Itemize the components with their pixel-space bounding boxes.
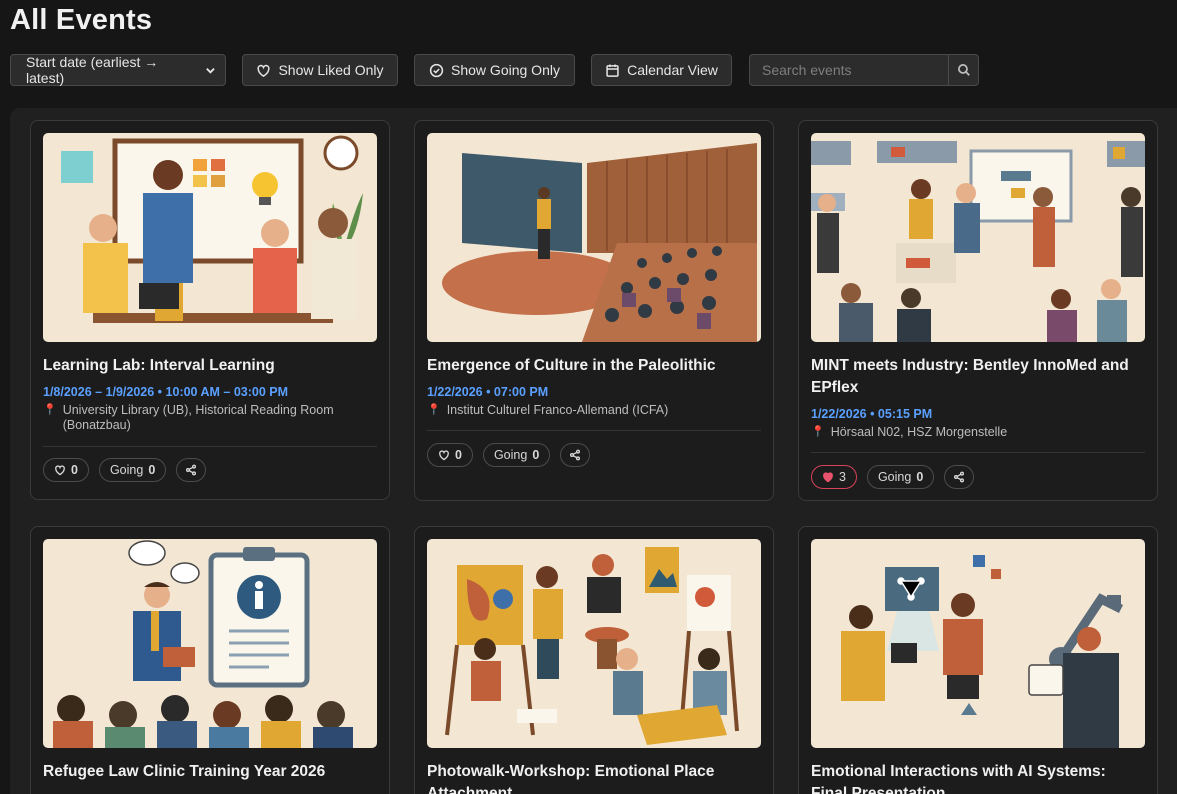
event-location-text: University Library (UB), Historical Read… — [62, 403, 334, 432]
share-button[interactable] — [176, 458, 207, 482]
going-count: 0 — [916, 470, 924, 484]
heart-icon — [55, 465, 65, 476]
like-count: 0 — [455, 448, 462, 462]
event-image — [43, 133, 377, 342]
event-date: 1/22/2026 • 05:15 PM — [811, 407, 933, 421]
like-button[interactable]: 0 — [43, 458, 89, 482]
search-box — [749, 54, 979, 86]
event-location: 📍 Institut Culturel Franco-Allemand (ICF… — [427, 403, 747, 418]
check-circle-icon — [429, 63, 444, 77]
divider — [427, 430, 761, 431]
heart-filled-icon — [823, 472, 833, 483]
going-count: 0 — [148, 463, 156, 477]
going-label: Going — [493, 448, 528, 462]
event-card[interactable]: Learning Lab: Interval Learning 1/8/2026… — [30, 120, 390, 500]
search-input[interactable] — [749, 54, 948, 86]
event-image — [427, 133, 761, 342]
like-count: 0 — [71, 463, 78, 477]
map-pin-icon: 📍 — [427, 404, 441, 416]
map-pin-icon: 📍 — [43, 404, 57, 416]
event-actions: 0 Going 0 — [427, 443, 591, 467]
event-image — [811, 133, 1145, 342]
share-icon — [186, 464, 197, 476]
toolbar: Start date (earliest → latest) Show Like… — [10, 54, 1170, 86]
heart-icon — [257, 64, 271, 77]
event-location-text: Institut Culturel Franco-Allemand (ICFA) — [446, 403, 669, 417]
event-title[interactable]: Refugee Law Clinic Training Year 2026 — [43, 761, 377, 783]
events-grid: Learning Lab: Interval Learning 1/8/2026… — [10, 108, 1177, 794]
show-liked-only-button[interactable]: Show Liked Only — [242, 54, 398, 86]
divider — [811, 452, 1145, 453]
like-count: 3 — [839, 470, 846, 484]
going-label: Going — [877, 470, 912, 484]
event-image — [43, 539, 377, 748]
search-button[interactable] — [948, 54, 979, 86]
going-count: 0 — [532, 448, 540, 462]
share-icon — [570, 449, 581, 461]
share-button[interactable] — [560, 443, 591, 467]
event-title[interactable]: MINT meets Industry: Bentley InnoMed and… — [811, 355, 1145, 399]
event-date: 1/22/2026 • 07:00 PM — [427, 385, 549, 399]
like-button[interactable]: 3 — [811, 465, 857, 489]
event-location-text: Hörsaal N02, HSZ Morgenstelle — [830, 425, 1008, 439]
event-location: 📍 Hörsaal N02, HSZ Morgenstelle — [811, 425, 1131, 440]
calendar-icon — [606, 64, 619, 77]
event-actions: 3 Going 0 — [811, 465, 975, 489]
going-label: Going — [109, 463, 144, 477]
like-button[interactable]: 0 — [427, 443, 473, 467]
event-title[interactable]: Emergence of Culture in the Paleolithic — [427, 355, 761, 377]
going-button[interactable]: Going 0 — [98, 458, 167, 482]
map-pin-icon: 📍 — [811, 426, 825, 438]
show-going-only-button[interactable]: Show Going Only — [414, 54, 575, 86]
event-card[interactable]: Emotional Interactions with AI Systems: … — [798, 526, 1158, 794]
share-button[interactable] — [944, 465, 975, 489]
event-title[interactable]: Emotional Interactions with AI Systems: … — [811, 761, 1145, 794]
event-date: 1/8/2026 – 1/9/2026 • 10:00 AM – 03:00 P… — [43, 385, 289, 399]
event-title[interactable]: Photowalk-Workshop: Emotional Place Atta… — [427, 761, 761, 794]
event-image — [811, 539, 1145, 748]
share-icon — [954, 471, 965, 483]
page-title: All Events — [10, 4, 153, 36]
sort-select-value: Start date (earliest → latest) — [26, 54, 159, 86]
going-button[interactable]: Going 0 — [482, 443, 551, 467]
sort-select[interactable]: Start date (earliest → latest) — [10, 54, 226, 86]
heart-icon — [439, 450, 449, 461]
search-icon — [957, 64, 970, 76]
going-button[interactable]: Going 0 — [866, 465, 935, 489]
event-card[interactable]: Refugee Law Clinic Training Year 2026 — [30, 526, 390, 794]
chevron-down-icon — [206, 67, 215, 74]
event-card[interactable]: MINT meets Industry: Bentley InnoMed and… — [798, 120, 1158, 501]
event-image — [427, 539, 761, 748]
event-title[interactable]: Learning Lab: Interval Learning — [43, 355, 377, 377]
show-liked-only-label: Show Liked Only — [278, 62, 384, 78]
show-going-only-label: Show Going Only — [451, 62, 560, 78]
event-card[interactable]: Photowalk-Workshop: Emotional Place Atta… — [414, 526, 774, 794]
divider — [43, 446, 377, 447]
event-actions: 0 Going 0 — [43, 458, 207, 482]
event-card[interactable]: Emergence of Culture in the Paleolithic … — [414, 120, 774, 501]
event-location: 📍 University Library (UB), Historical Re… — [43, 403, 363, 433]
calendar-view-button[interactable]: Calendar View — [591, 54, 732, 86]
calendar-view-label: Calendar View — [627, 62, 718, 78]
